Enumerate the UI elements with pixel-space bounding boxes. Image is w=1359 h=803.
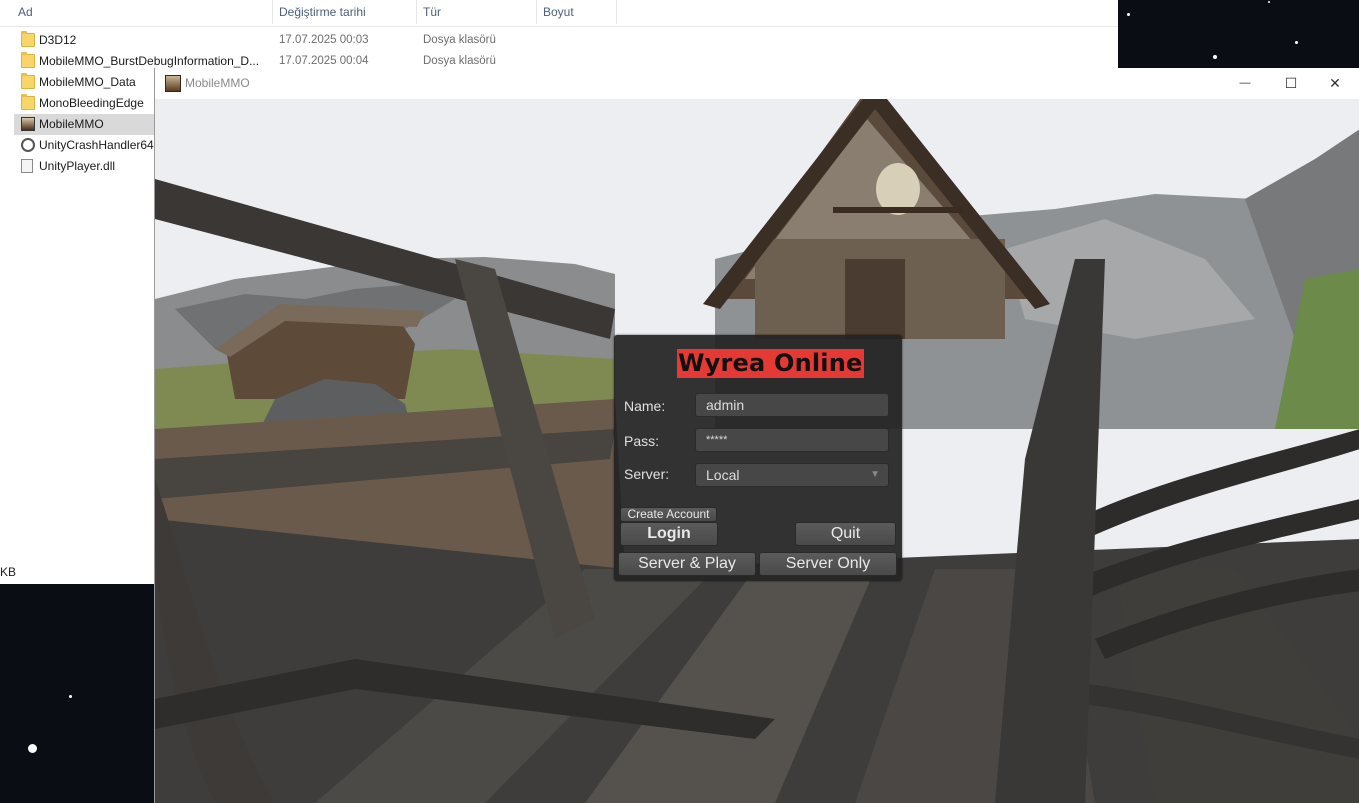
pass-label: Pass:	[624, 433, 660, 449]
close-button[interactable]: ✕	[1312, 68, 1358, 99]
game-title: Wyrea Online	[677, 349, 864, 378]
folder-icon	[21, 73, 35, 89]
app-icon	[165, 75, 181, 92]
desktop-star	[1295, 41, 1298, 44]
desktop-star	[1127, 13, 1130, 16]
desktop-star	[69, 695, 72, 698]
folder-icon	[21, 52, 35, 68]
column-size[interactable]: Boyut	[543, 5, 574, 19]
minimize-button[interactable]: —	[1222, 68, 1268, 99]
game-window: MobileMMO — ☐ ✕ Wyrea Online Name: admin…	[154, 68, 1359, 803]
size-fragment: KB	[0, 565, 17, 579]
column-header: Ad Değiştirme tarihi Tür Boyut ⌃	[0, 0, 1118, 27]
server-label: Server:	[624, 466, 670, 482]
file-name: D3D12	[39, 33, 77, 47]
file-row[interactable]: D3D12 17.07.2025 00:03 Dosya klasörü	[14, 30, 1114, 51]
server-only-button[interactable]: Server Only	[759, 552, 897, 576]
window-title: MobileMMO	[185, 76, 250, 90]
name-input[interactable]: admin	[695, 393, 889, 417]
unity-icon	[21, 138, 35, 152]
column-name[interactable]: Ad	[18, 5, 33, 19]
maximize-button[interactable]: ☐	[1268, 68, 1314, 99]
folder-icon	[21, 94, 35, 110]
desktop-star	[1213, 55, 1217, 59]
folder-icon	[21, 31, 35, 47]
chevron-down-icon: ▼	[870, 469, 880, 480]
server-select[interactable]: Local ▼	[695, 463, 889, 487]
sort-arrow-icon: ⌃	[137, 0, 147, 6]
server-and-play-button[interactable]: Server & Play	[618, 552, 756, 576]
game-viewport[interactable]: Wyrea Online Name: admin Pass: ***** Ser…	[155, 99, 1359, 803]
login-button[interactable]: Login	[620, 522, 718, 546]
app-icon	[21, 117, 35, 131]
create-account-button[interactable]: Create Account	[620, 507, 717, 522]
login-panel: Wyrea Online Name: admin Pass: ***** Ser…	[614, 335, 902, 581]
password-input[interactable]: *****	[695, 428, 889, 452]
quit-button[interactable]: Quit	[795, 522, 896, 546]
file-date: 17.07.2025 00:03	[279, 34, 369, 46]
file-type: Dosya klasörü	[423, 34, 496, 46]
name-label: Name:	[624, 398, 666, 414]
column-type[interactable]: Tür	[423, 5, 441, 19]
desktop-star	[1268, 1, 1270, 3]
server-value: Local	[706, 467, 740, 483]
column-date[interactable]: Değiştirme tarihi	[279, 5, 366, 19]
title-bar[interactable]: MobileMMO — ☐ ✕	[155, 68, 1359, 99]
desktop-star	[28, 744, 37, 753]
dll-icon	[21, 159, 33, 173]
